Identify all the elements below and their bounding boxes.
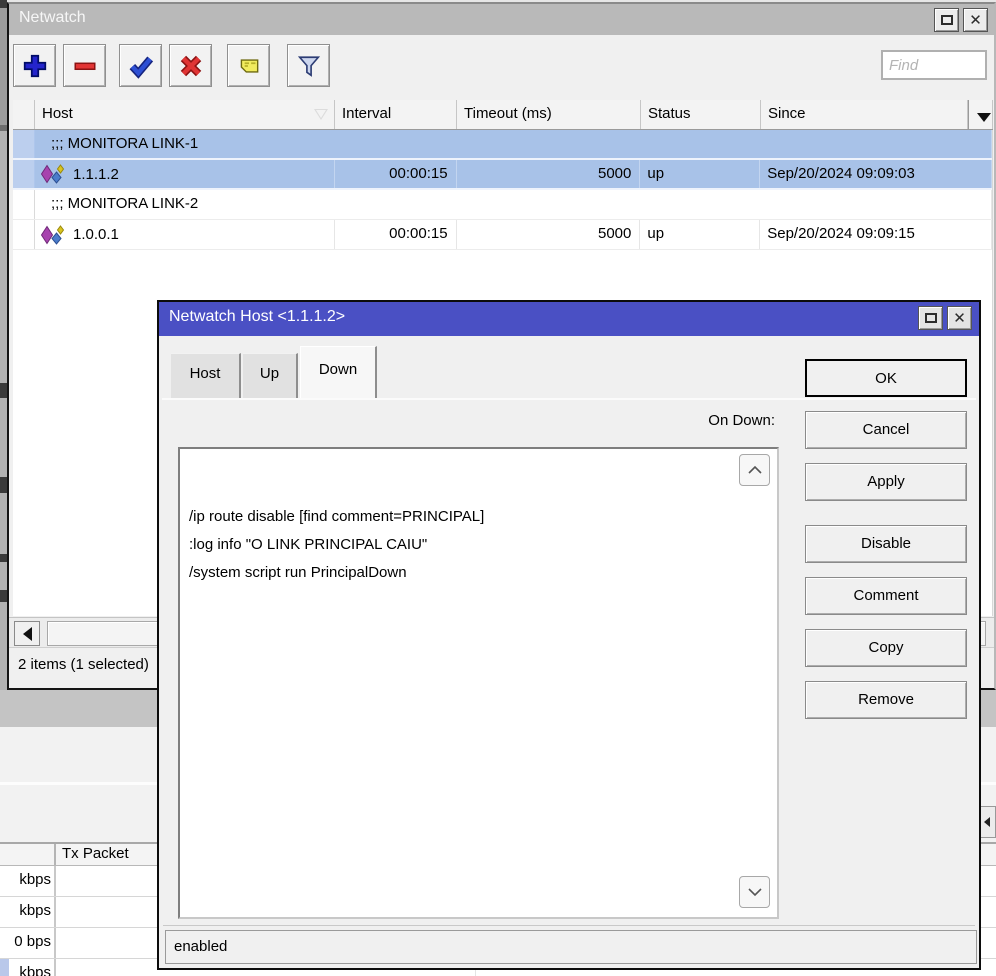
row-selector-column-header[interactable]: [13, 100, 35, 129]
row-selector: [13, 160, 35, 188]
since-cell: Sep/20/2024 09:09:15: [760, 220, 992, 249]
status-cell: up: [640, 220, 761, 249]
on-down-script-textarea[interactable]: /ip route disable [find comment=PRINCIPA…: [178, 447, 779, 919]
table-row[interactable]: 1.1.1.2 00:00:15 5000 up Sep/20/2024 09:09:0…: [13, 160, 992, 190]
host-cell: 1.0.0.1: [35, 220, 335, 249]
host-cell: 1.1.1.2: [35, 160, 335, 188]
ok-button[interactable]: OK: [805, 359, 967, 397]
cancel-button[interactable]: Cancel: [805, 411, 967, 449]
since-cell: Sep/20/2024 09:09:03: [760, 160, 992, 188]
copy-button[interactable]: Copy: [805, 629, 967, 667]
winbox-desktop: Tx Packet kbps kbps 0 bps kbps Netwatch ✕: [0, 0, 996, 976]
divider: [162, 398, 976, 400]
note-icon: [240, 58, 258, 73]
background-window-edge: [0, 0, 7, 690]
add-button[interactable]: [13, 44, 56, 87]
column-dropdown-button[interactable]: [968, 100, 993, 129]
netwatch-host-icon: [40, 164, 65, 184]
sort-icon: [314, 109, 328, 120]
scroll-left-button[interactable]: [14, 621, 40, 646]
status-column-header[interactable]: Status: [641, 100, 761, 129]
check-icon: [129, 56, 153, 79]
plus-icon: [23, 54, 46, 77]
table-row[interactable]: 1.0.0.1 00:00:15 5000 up Sep/20/2024 09:09:1…: [13, 220, 992, 250]
tab-host[interactable]: Host: [171, 353, 241, 398]
on-down-label: On Down:: [708, 412, 775, 429]
interval-cell: 00:00:15: [335, 160, 457, 188]
script-text: /ip route disable [find comment=PRINCIPA…: [189, 508, 485, 581]
close-icon: ✕: [969, 11, 982, 29]
tab-up[interactable]: Up: [243, 353, 298, 398]
host-column-header[interactable]: Host: [35, 100, 335, 129]
netwatch-host-icon: [40, 224, 65, 245]
background-scroll-left-button[interactable]: [979, 806, 996, 838]
row-selector: [13, 130, 35, 158]
dialog-status-bar: enabled: [165, 930, 977, 964]
netwatch-table-header: Host Interval Timeout (ms) Status Since: [13, 100, 993, 130]
maximize-button[interactable]: [934, 8, 959, 32]
left-arrow-icon: [22, 626, 32, 641]
dialog-close-button[interactable]: ✕: [947, 306, 972, 330]
rate-cell: kbps: [0, 897, 56, 927]
filter-button[interactable]: [287, 44, 330, 87]
dialog-titlebar[interactable]: Netwatch Host <1.1.1.2> ✕: [159, 302, 979, 336]
x-icon: [180, 55, 201, 76]
maximize-icon: [940, 15, 953, 25]
close-icon: ✕: [953, 309, 966, 327]
apply-button[interactable]: Apply: [805, 463, 967, 501]
netwatch-titlebar[interactable]: Netwatch ✕: [9, 4, 994, 35]
timeout-column-header[interactable]: Timeout (ms): [457, 100, 641, 129]
rate-cell: 0 bps: [0, 928, 56, 958]
disable-button[interactable]: Disable: [805, 525, 967, 563]
row-selector: [13, 190, 35, 219]
timeout-cell: 5000: [457, 220, 641, 249]
since-column-header[interactable]: Since: [761, 100, 968, 129]
dialog-title: Netwatch Host <1.1.1.2>: [169, 308, 346, 325]
comment-row-text: ;;; MONITORA LINK-1: [35, 130, 992, 158]
scroll-down-button[interactable]: [739, 876, 770, 908]
left-arrow-icon: [984, 817, 990, 827]
netwatch-window-title: Netwatch: [19, 9, 86, 26]
status-cell: up: [640, 160, 761, 188]
comment-button[interactable]: Comment: [805, 577, 967, 615]
dialog-maximize-button[interactable]: [918, 306, 943, 330]
disable-button[interactable]: [169, 44, 212, 87]
close-button[interactable]: ✕: [963, 8, 988, 32]
netwatch-host-dialog: Netwatch Host <1.1.1.2> ✕ Host Up Down O…: [157, 300, 981, 970]
minus-icon: [73, 62, 96, 70]
enable-button[interactable]: [119, 44, 162, 87]
selected-row-fragment: [0, 959, 9, 976]
chevron-down-icon: [977, 112, 991, 122]
maximize-icon: [924, 313, 937, 323]
row-selector: [13, 220, 35, 249]
table-row[interactable]: ;;; MONITORA LINK-1: [13, 130, 992, 160]
chevron-down-icon: [747, 888, 762, 897]
traffic-rate-column-header[interactable]: [0, 844, 56, 865]
remove-button[interactable]: [63, 44, 106, 87]
scroll-up-button[interactable]: [739, 454, 770, 486]
chevron-up-icon: [747, 465, 762, 474]
funnel-icon: [297, 55, 320, 77]
interval-cell: 00:00:15: [335, 220, 457, 249]
table-row[interactable]: ;;; MONITORA LINK-2: [13, 190, 992, 220]
rate-cell: kbps: [0, 866, 56, 896]
divider: [163, 925, 975, 926]
find-input[interactable]: [881, 50, 987, 80]
comment-button[interactable]: [227, 44, 270, 87]
remove-button[interactable]: Remove: [805, 681, 967, 719]
interval-column-header[interactable]: Interval: [335, 100, 457, 129]
comment-row-text: ;;; MONITORA LINK-2: [35, 190, 992, 219]
timeout-cell: 5000: [457, 160, 641, 188]
tab-down[interactable]: Down: [300, 346, 377, 398]
